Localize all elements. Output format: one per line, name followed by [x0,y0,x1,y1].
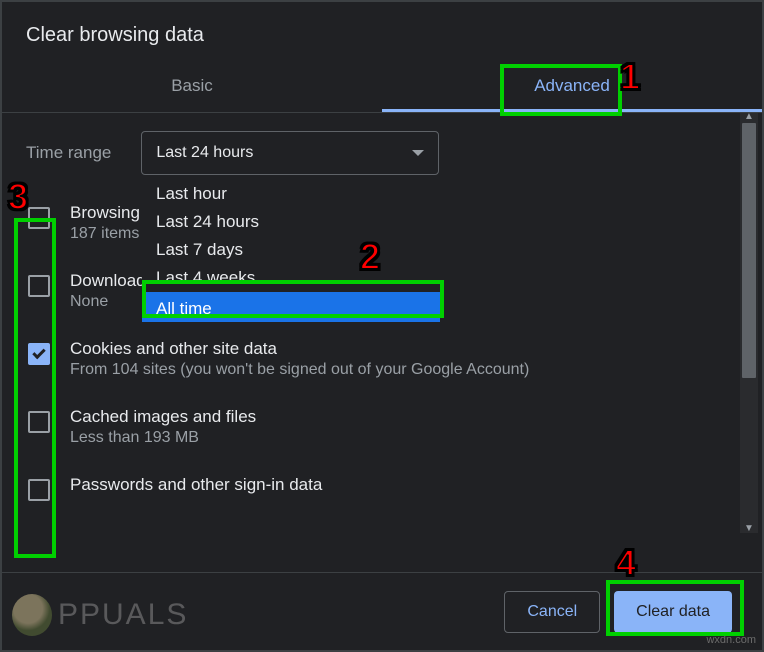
chevron-down-icon [412,150,424,156]
item-desc: From 104 sites (you won't be signed out … [70,361,529,379]
tab-advanced[interactable]: Advanced [382,62,762,112]
time-range-row: Time range Last 24 hours [22,131,752,175]
watermark-logo-icon [12,594,52,636]
item-label: Cached images and files [70,407,256,427]
corner-watermark: wxdn.com [706,634,756,646]
scroll-up-icon[interactable]: ▲ [744,111,754,121]
dropdown-option[interactable]: Last 4 weeks [142,264,440,292]
dialog-content: ▲ ▼ Time range Last 24 hours Browsing hi… [2,113,762,538]
dialog-header: Clear browsing data [2,2,762,62]
list-item[interactable]: Cookies and other site data From 104 sit… [22,339,732,387]
list-item[interactable]: Passwords and other sign-in data [22,475,732,523]
scroll-down-icon[interactable]: ▼ [744,523,754,533]
list-item[interactable]: Cached images and files Less than 193 MB [22,407,732,455]
dropdown-option[interactable]: Last 7 days [142,236,440,264]
check-icon [32,346,45,359]
clear-data-button[interactable]: Clear data [614,591,732,633]
time-range-select[interactable]: Last 24 hours [141,131,439,175]
cancel-button[interactable]: Cancel [504,591,600,633]
time-range-label: Time range [26,143,111,163]
dropdown-option[interactable]: Last 24 hours [142,208,440,236]
select-value: Last 24 hours [156,144,253,162]
checkbox-passwords[interactable] [28,479,50,501]
watermark-text: PPUALS [58,598,188,632]
checkbox-cached[interactable] [28,411,50,433]
checkbox-download-history[interactable] [28,275,50,297]
item-label: Cookies and other site data [70,339,529,359]
tab-basic[interactable]: Basic [2,62,382,112]
tab-bar: Basic Advanced [2,62,762,112]
dialog-title: Clear browsing data [26,24,738,47]
checkbox-browsing-history[interactable] [28,207,50,229]
item-label: Passwords and other sign-in data [70,475,322,495]
scrollbar[interactable]: ▲ ▼ [740,113,758,533]
item-desc: Less than 193 MB [70,429,256,447]
time-range-dropdown[interactable]: Last hour Last 24 hours Last 7 days Last… [142,180,440,322]
dropdown-option[interactable]: Last hour [142,180,440,208]
scrollbar-thumb[interactable] [742,123,756,378]
dropdown-option-highlighted[interactable]: All time [142,292,440,322]
checkbox-cookies[interactable] [28,343,50,365]
watermark: PPUALS [12,594,188,636]
